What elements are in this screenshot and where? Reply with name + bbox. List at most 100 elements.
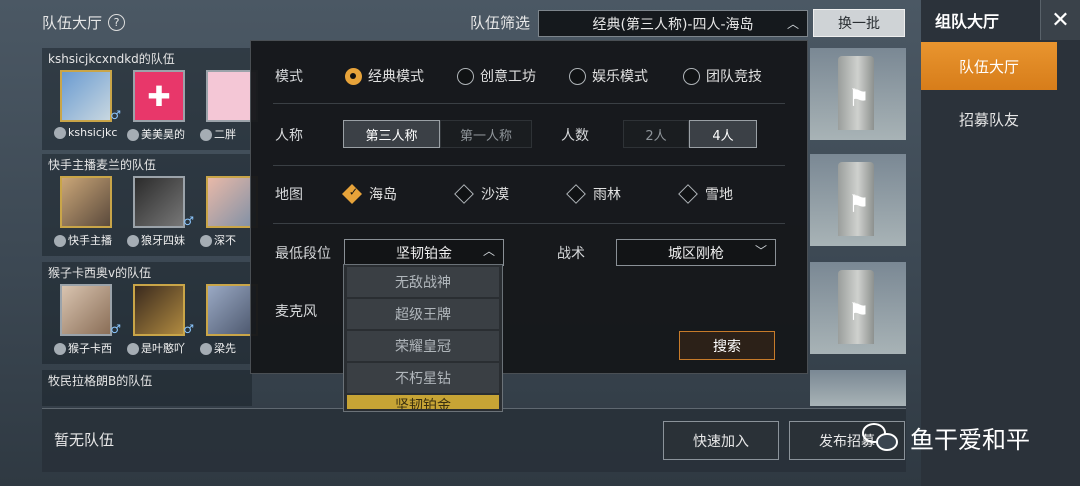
divider	[273, 103, 785, 104]
member-name: 美美昊的	[127, 126, 185, 142]
member-avatar[interactable]: ✚ 美美昊的	[127, 70, 188, 141]
filter-modal: 模式 经典模式 创意工坊 娱乐模式 团队竞技 人称 第三人称 第一人称 人数 2…	[250, 40, 808, 374]
tab-team-lobby[interactable]: 队伍大厅	[921, 42, 1057, 90]
rank-icon	[200, 343, 212, 355]
sidebar: 组队大厅 ✕ 队伍大厅 招募队友	[921, 0, 1080, 486]
flag-plus-icon: ⚑	[848, 190, 870, 218]
rank-option[interactable]: 超级王牌	[347, 299, 499, 329]
divider	[273, 223, 785, 224]
min-rank-value: 坚韧铂金	[396, 245, 452, 262]
checkbox-unchecked	[566, 184, 586, 204]
recruit-slot[interactable]: ⚑	[810, 48, 906, 140]
tactic-label: 战术	[557, 246, 585, 262]
help-icon[interactable]: ?	[108, 14, 126, 31]
recruit-slot[interactable]: ⚑	[810, 262, 906, 354]
avatar-image	[133, 284, 185, 336]
tactic-select[interactable]: 城区刚枪 ﹀	[616, 239, 776, 266]
member-name: 狼牙四妹	[127, 232, 185, 248]
rank-icon	[54, 127, 66, 139]
rank-option[interactable]: 不朽星钻	[347, 363, 499, 393]
rank-option[interactable]: 荣耀皇冠	[347, 331, 499, 361]
map-option-rainforest[interactable]: 雨林	[566, 184, 621, 204]
perspective-third-person[interactable]: 第三人称	[343, 120, 440, 148]
avatar-image	[133, 176, 185, 228]
map-option-snow[interactable]: 雪地	[678, 184, 733, 204]
bottom-bar: 暂无队伍 快速加入 发布招募	[42, 408, 906, 472]
chevron-up-icon: ︿	[482, 244, 495, 258]
radio-selected	[345, 67, 362, 85]
team-card[interactable]: 快手主播麦兰的队伍 快手主播 ♂ 狼牙四妹 深不	[42, 154, 258, 256]
rank-icon	[127, 129, 139, 141]
quick-join-button[interactable]: 快速加入	[663, 421, 779, 460]
min-rank-label: 最低段位	[275, 246, 331, 262]
rank-option[interactable]: 无敌战神	[347, 267, 499, 297]
member-name: 快手主播	[54, 232, 112, 248]
team-filter-select[interactable]: 经典(第三人称)-四人-海岛 ︿	[538, 10, 808, 37]
map-option-desert[interactable]: 沙漠	[454, 184, 509, 204]
team-name: kshsicjkcxndkd的队伍	[48, 52, 175, 66]
no-team-text: 暂无队伍	[54, 431, 115, 449]
member-avatar[interactable]: ♂ kshsicjkc	[54, 70, 121, 139]
radio-unselected	[569, 67, 586, 85]
male-icon: ♂	[183, 322, 194, 336]
close-icon[interactable]: ✕	[1040, 0, 1080, 40]
count-label: 人数	[561, 128, 589, 144]
rank-icon	[200, 129, 212, 141]
member-avatar[interactable]: 快手主播	[54, 176, 115, 247]
avatar-image	[60, 284, 112, 336]
watermark-text: 鱼干爱和平	[910, 426, 1030, 454]
min-rank-select[interactable]: 坚韧铂金 ︿	[344, 239, 504, 266]
perspective-first-person[interactable]: 第一人称	[440, 120, 532, 148]
map-option-island[interactable]: 海岛	[342, 184, 397, 204]
flag-plus-icon: ⚑	[848, 84, 870, 112]
mode-label: 模式	[275, 69, 303, 85]
radio-unselected	[457, 67, 474, 85]
chevron-down-icon: ﹀	[754, 244, 767, 258]
map-label: 地图	[275, 187, 303, 203]
checkbox-checked	[342, 184, 362, 204]
rank-icon	[200, 235, 212, 247]
checkbox-unchecked	[678, 184, 698, 204]
count-4[interactable]: 4人	[689, 120, 757, 148]
male-icon: ♂	[110, 322, 121, 336]
tactic-value: 城区刚枪	[668, 245, 724, 262]
rank-icon	[127, 343, 139, 355]
refresh-button[interactable]: 换一批	[813, 9, 905, 37]
tab-recruit[interactable]: 招募队友	[921, 96, 1057, 142]
mode-option-classic[interactable]: 经典模式	[345, 66, 424, 86]
filter-label: 队伍筛选	[470, 14, 531, 32]
lobby-title: 队伍大厅 ?	[42, 12, 126, 33]
lobby-title-text: 队伍大厅	[42, 14, 103, 32]
search-button[interactable]: 搜索	[679, 331, 775, 360]
rank-icon	[127, 235, 139, 247]
watermark: 鱼干爱和平	[862, 420, 1030, 455]
wechat-icon	[862, 421, 902, 455]
rank-dropdown-list: 无敌战神 超级王牌 荣耀皇冠 不朽星钻 坚韧铂金	[343, 264, 503, 412]
member-name: 深不	[200, 232, 236, 248]
team-name: 猴子卡西奥v的队伍	[48, 266, 152, 280]
mode-option-fun[interactable]: 娱乐模式	[569, 66, 648, 86]
team-name: 牧民拉格朗B的队伍	[48, 374, 153, 388]
member-name: kshsicjkc	[54, 126, 117, 139]
count-toggle: 2人 4人	[623, 120, 757, 148]
rank-icon	[54, 343, 66, 355]
mic-label: 麦克风	[275, 304, 317, 320]
perspective-toggle: 第三人称 第一人称	[343, 120, 532, 148]
avatar-image	[60, 70, 112, 122]
team-name: 快手主播麦兰的队伍	[48, 158, 157, 172]
team-card[interactable]: 猴子卡西奥v的队伍 ♂ 猴子卡西 ♂ 是叶憨吖 梁先	[42, 262, 258, 364]
member-avatar[interactable]: ♂ 是叶憨吖	[127, 284, 194, 355]
recruit-slot[interactable]: ⚑	[810, 154, 906, 246]
avatar-image: ✚	[133, 70, 185, 122]
mode-option-team[interactable]: 团队竞技	[683, 66, 762, 86]
team-card[interactable]: kshsicjkcxndkd的队伍 ♂ kshsicjkc ✚ 美美昊的 二胖	[42, 48, 258, 150]
team-card[interactable]: 牧民拉格朗B的队伍	[42, 370, 252, 406]
rank-option-selected[interactable]: 坚韧铂金	[347, 395, 499, 409]
recruit-slot[interactable]	[810, 370, 906, 406]
count-2[interactable]: 2人	[623, 120, 689, 148]
mode-option-creative[interactable]: 创意工坊	[457, 66, 536, 86]
member-name: 二胖	[200, 126, 236, 142]
member-name: 猴子卡西	[54, 340, 112, 356]
member-avatar[interactable]: ♂ 狼牙四妹	[127, 176, 194, 247]
member-avatar[interactable]: ♂ 猴子卡西	[54, 284, 121, 355]
